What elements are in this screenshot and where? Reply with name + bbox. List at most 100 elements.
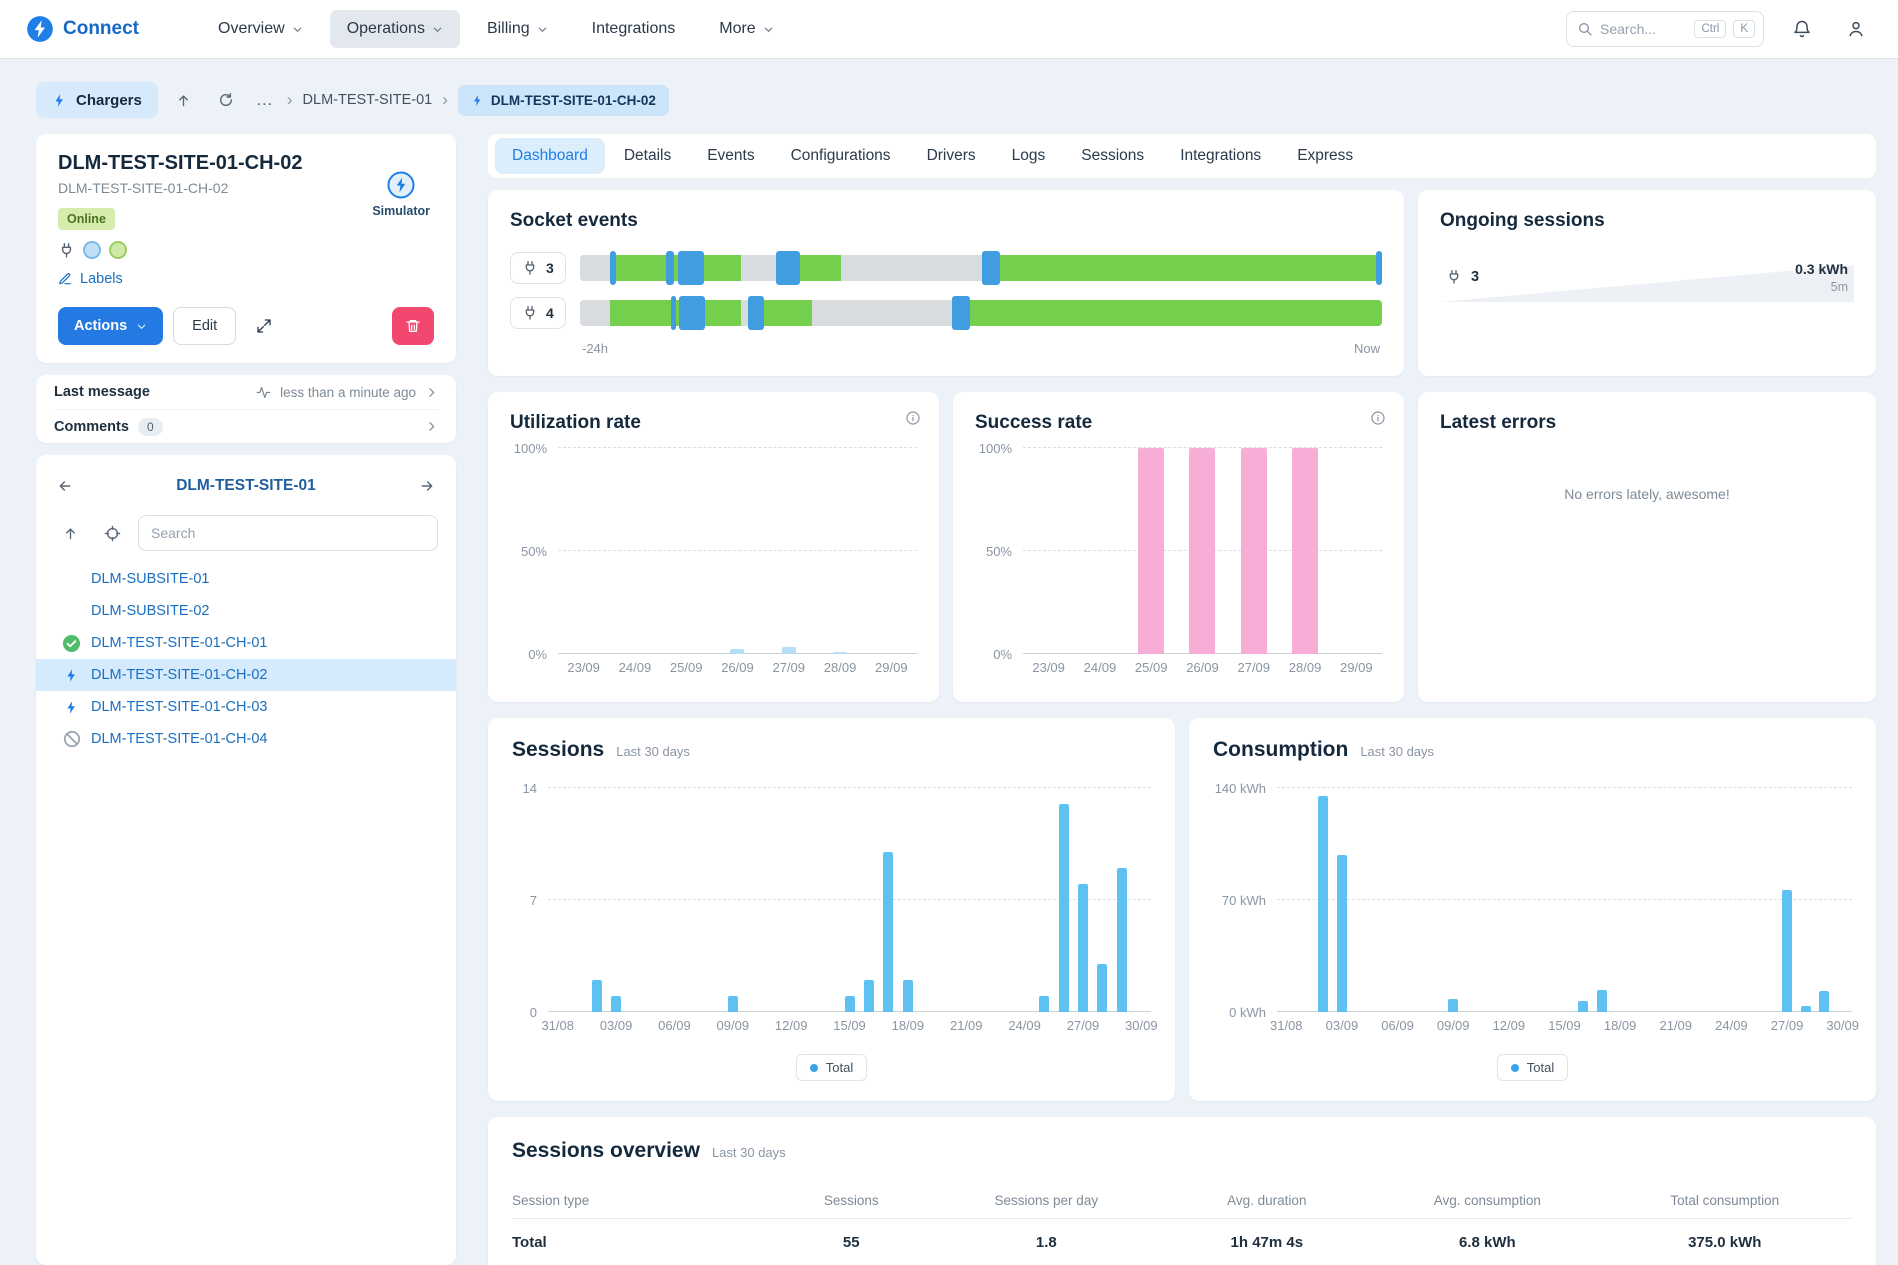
table-header-row: Session type Sessions Sessions per day A… [512, 1183, 1852, 1219]
y-axis: 100%50%0% [975, 448, 1023, 654]
timeline-segment-gray [841, 255, 982, 281]
chargers-button-label: Chargers [76, 92, 142, 109]
tab-details[interactable]: Details [607, 138, 688, 174]
check-circle-icon [62, 634, 81, 653]
tab-integrations[interactable]: Integrations [1163, 138, 1278, 174]
brand[interactable]: Connect [26, 15, 139, 43]
tree-search-input[interactable] [138, 515, 438, 551]
breadcrumb-site-link[interactable]: DLM-TEST-SITE-01 [303, 92, 433, 108]
bar [1039, 996, 1049, 1012]
tree-prev-button[interactable] [50, 471, 80, 501]
y-tick-label: 0% [993, 647, 1012, 662]
tree-next-button[interactable] [412, 471, 442, 501]
chevron-right-icon [425, 386, 438, 399]
plot-area [1023, 448, 1382, 654]
bar [1059, 804, 1069, 1012]
arrow-up-icon [63, 526, 78, 541]
info-icon[interactable] [905, 410, 921, 426]
refresh-button[interactable] [210, 84, 242, 116]
tab-events[interactable]: Events [690, 138, 771, 174]
tree-item-ch-02[interactable]: DLM-TEST-SITE-01-CH-02 [36, 659, 456, 691]
comments-row[interactable]: Comments 0 [54, 409, 438, 443]
breadcrumb-overflow-button[interactable]: … [252, 90, 277, 110]
global-search[interactable]: Ctrl K [1566, 11, 1764, 47]
connector-status-dot-charging[interactable] [83, 241, 101, 259]
tree-item-ch-04[interactable]: DLM-TEST-SITE-01-CH-04 [36, 723, 456, 755]
chevron-down-icon [292, 24, 303, 35]
socket-events-card: Socket events 34 -24h Now [488, 190, 1404, 376]
timeline-segment-gray [580, 255, 610, 281]
global-search-input[interactable] [1600, 21, 1687, 37]
connector-badge[interactable]: 4 [510, 297, 566, 329]
y-tick-label: 0 kWh [1229, 1005, 1266, 1020]
bar [782, 647, 796, 654]
edit-button[interactable]: Edit [173, 307, 236, 345]
bar [1078, 884, 1088, 1012]
tree-item-spacer [62, 602, 81, 621]
tree-item-ch-03[interactable]: DLM-TEST-SITE-01-CH-03 [36, 691, 456, 723]
y-tick-label: 14 [523, 781, 537, 796]
bar [1189, 448, 1215, 654]
tab-configurations[interactable]: Configurations [774, 138, 908, 174]
ongoing-connector-number: 3 [1471, 269, 1479, 285]
timeline-segment-green [610, 300, 671, 326]
legend-label: Total [826, 1060, 853, 1075]
tree-up-button[interactable] [54, 517, 86, 549]
socket-timeline-track[interactable] [580, 255, 1382, 281]
socket-timeline-track[interactable] [580, 300, 1382, 326]
bell-icon [1792, 19, 1812, 39]
expand-button[interactable] [246, 308, 282, 344]
nav-item-label: Operations [347, 20, 425, 38]
nav-item-operations[interactable]: Operations [330, 10, 460, 48]
tree-item-subsite-02[interactable]: DLM-SUBSITE-02 [36, 595, 456, 627]
actions-button[interactable]: Actions [58, 307, 163, 345]
delete-button[interactable] [392, 307, 434, 345]
tree-site-title[interactable]: DLM-TEST-SITE-01 [176, 477, 316, 495]
chargers-button[interactable]: Chargers [36, 82, 158, 118]
bar [883, 852, 893, 1012]
col-sessions: Sessions [766, 1183, 936, 1219]
tab-sessions[interactable]: Sessions [1064, 138, 1161, 174]
tab-drivers[interactable]: Drivers [910, 138, 993, 174]
consumption-legend-total[interactable]: Total [1497, 1054, 1568, 1081]
ongoing-sessions-card: Ongoing sessions 3 0.3 kWh 5m [1418, 190, 1876, 376]
success-rate-title: Success rate [975, 412, 1382, 434]
bolt-icon [62, 666, 81, 685]
ongoing-session-row[interactable]: 3 0.3 kWh 5m [1440, 252, 1854, 302]
sessions-legend-total[interactable]: Total [796, 1054, 867, 1081]
nav-item-integrations[interactable]: Integrations [575, 10, 693, 48]
notifications-button[interactable] [1786, 13, 1818, 45]
nav-item-billing[interactable]: Billing [470, 10, 565, 48]
cell-total-consumption: 375.0 kWh [1598, 1219, 1852, 1265]
connector-number: 3 [546, 260, 554, 276]
plot-area [558, 448, 917, 654]
nav-item-overview[interactable]: Overview [201, 10, 320, 48]
go-up-button[interactable] [168, 84, 200, 116]
timeline-segment-blue [748, 296, 764, 330]
tree-item-spacer [62, 570, 81, 589]
tree-locate-button[interactable] [96, 517, 128, 549]
connector-status-dot-available[interactable] [109, 241, 127, 259]
y-tick-label: 100% [979, 441, 1012, 456]
last-message-row[interactable]: Last message less than a minute ago [54, 375, 438, 409]
actions-button-label: Actions [74, 318, 127, 334]
bar [730, 649, 744, 654]
connector-badge[interactable]: 3 [510, 252, 566, 284]
labels-link[interactable]: Labels [58, 271, 123, 287]
bar [845, 996, 855, 1012]
breadcrumb-charger-pill[interactable]: DLM-TEST-SITE-01-CH-02 [458, 85, 669, 116]
y-tick-label: 100% [514, 441, 547, 456]
bar [1448, 999, 1458, 1012]
tab-dashboard[interactable]: Dashboard [495, 138, 605, 174]
tab-logs[interactable]: Logs [995, 138, 1063, 174]
tree-item-ch-01[interactable]: DLM-TEST-SITE-01-CH-01 [36, 627, 456, 659]
axis-start-label: -24h [582, 341, 608, 356]
chevron-down-icon [432, 24, 443, 35]
page: Connect Overview Operations Billing Inte… [0, 0, 1898, 1265]
info-icon[interactable] [1370, 410, 1386, 426]
nav-item-more[interactable]: More [702, 10, 790, 48]
profile-button[interactable] [1840, 13, 1872, 45]
tab-express[interactable]: Express [1280, 138, 1370, 174]
tab-bar: Dashboard Details Events Configurations … [488, 134, 1876, 178]
tree-item-subsite-01[interactable]: DLM-SUBSITE-01 [36, 563, 456, 595]
